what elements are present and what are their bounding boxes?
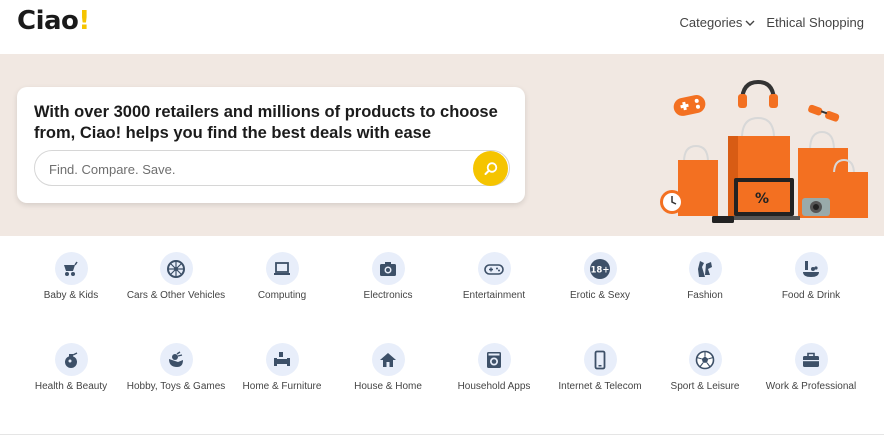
nav-categories[interactable]: Categories: [680, 15, 757, 30]
category-label: Hobby, Toys & Games: [126, 381, 226, 392]
category-fashion[interactable]: Fashion: [650, 252, 760, 302]
category-household-apps[interactable]: Household Apps: [439, 343, 549, 393]
ciao-logo[interactable]: Ciao!: [17, 6, 90, 36]
18-plus-icon: 18+: [583, 252, 617, 285]
category-label: Baby & Kids: [43, 290, 99, 301]
search-icon: [484, 161, 497, 175]
food-icon: [794, 252, 828, 285]
nav-categories-label: Categories: [679, 15, 743, 30]
hero-banner: With over 3000 retailers and millions of…: [0, 54, 884, 236]
category-label: Household Apps: [457, 381, 531, 392]
category-entertainment[interactable]: Entertainment: [439, 252, 549, 302]
laptop-icon: [265, 252, 299, 285]
category-label: Health & Beauty: [34, 381, 108, 392]
category-electronics[interactable]: Electronics: [333, 252, 443, 302]
category-label: Erotic & Sexy: [569, 290, 631, 301]
category-erotic-sexy[interactable]: 18+ Erotic & Sexy: [545, 252, 655, 302]
category-grid: Baby & Kids Cars & Other Vehicles Comput…: [0, 236, 884, 435]
category-home-furniture[interactable]: Home & Furniture: [227, 343, 337, 393]
toy-icon: [159, 343, 193, 376]
sofa-icon: [265, 343, 299, 376]
phone-icon: [583, 343, 617, 376]
category-hobby-toys-games[interactable]: Hobby, Toys & Games: [121, 343, 231, 393]
nav-ethical-shopping[interactable]: Ethical Shopping: [766, 15, 864, 30]
chevron-down-icon: [745, 20, 755, 26]
category-health-beauty[interactable]: Health & Beauty: [16, 343, 126, 393]
category-label: Fashion: [687, 290, 723, 301]
site-header: Ciao! Categories Ethical Shopping: [0, 0, 884, 54]
hero-headline: With over 3000 retailers and millions of…: [34, 103, 498, 142]
category-label: Sport & Leisure: [670, 381, 740, 392]
washing-machine-icon: [477, 343, 511, 376]
main-nav: Categories Ethical Shopping: [680, 15, 864, 30]
wheel-icon: [159, 252, 193, 285]
camera-icon: [371, 252, 405, 285]
football-icon: [688, 343, 722, 376]
category-label: House & Home: [354, 381, 422, 392]
nav-ethical-shopping-label: Ethical Shopping: [766, 15, 864, 30]
category-label: Work & Professional: [765, 381, 857, 392]
category-internet-telecom[interactable]: Internet & Telecom: [545, 343, 655, 393]
category-sport-leisure[interactable]: Sport & Leisure: [650, 343, 760, 393]
category-baby-kids[interactable]: Baby & Kids: [16, 252, 126, 302]
category-label: Entertainment: [462, 290, 526, 301]
search-card: With over 3000 retailers and millions of…: [17, 87, 525, 203]
category-label: Electronics: [363, 290, 413, 301]
category-label: Cars & Other Vehicles: [126, 290, 226, 301]
stroller-icon: [54, 252, 88, 285]
search-button[interactable]: [473, 151, 508, 186]
category-house-home[interactable]: House & Home: [333, 343, 443, 393]
shopping-bags-illustration: %: [660, 79, 868, 223]
perfume-icon: [54, 343, 88, 376]
dress-icon: [688, 252, 722, 285]
svg-text:%: %: [755, 191, 769, 207]
category-work-professional[interactable]: Work & Professional: [756, 343, 866, 393]
house-icon: [371, 343, 405, 376]
search-bar: [34, 150, 510, 186]
category-label: Food & Drink: [781, 290, 841, 301]
category-computing[interactable]: Computing: [227, 252, 337, 302]
svg-text:18+: 18+: [591, 265, 610, 275]
category-food-drink[interactable]: Food & Drink: [756, 252, 866, 302]
briefcase-icon: [794, 343, 828, 376]
category-cars-vehicles[interactable]: Cars & Other Vehicles: [121, 252, 231, 302]
gamepad-icon: [477, 252, 511, 285]
category-label: Internet & Telecom: [558, 381, 642, 392]
search-input[interactable]: [49, 159, 449, 179]
category-label: Home & Furniture: [242, 381, 322, 392]
category-label: Computing: [257, 290, 307, 301]
